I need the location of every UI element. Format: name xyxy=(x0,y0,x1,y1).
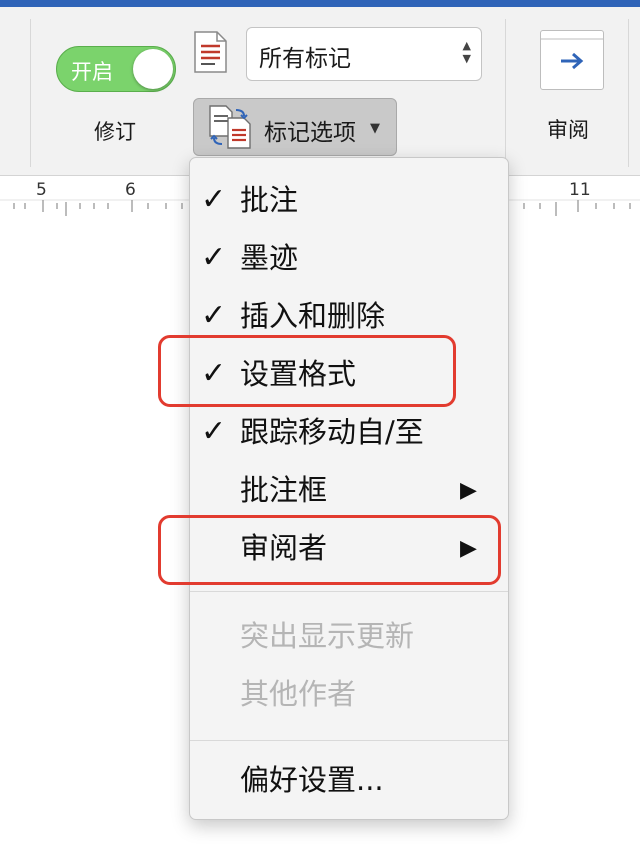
checkmark-icon: ✓ xyxy=(201,240,227,275)
menu-item-label: 批注框 xyxy=(240,473,328,507)
track-changes-label: 修订 xyxy=(94,120,136,144)
review-pane-icon[interactable] xyxy=(540,30,604,90)
menu-item-label: 偏好设置... xyxy=(240,763,384,797)
menu-item-other-authors: 其他作者 xyxy=(190,672,508,718)
track-changes-toggle[interactable]: 开启 xyxy=(56,46,176,92)
menu-item-label: 其他作者 xyxy=(240,677,357,711)
compare-documents-icon xyxy=(206,104,254,150)
checkmark-icon: ✓ xyxy=(201,182,227,217)
menu-item-preferences[interactable]: 偏好设置... xyxy=(190,758,508,804)
markup-options-label: 标记选项 xyxy=(264,120,356,146)
highlight-box-reviewers xyxy=(158,515,501,585)
window-top-accent xyxy=(0,0,640,7)
menu-item-label: 插入和删除 xyxy=(240,299,386,333)
menu-item-label: 墨迹 xyxy=(240,241,299,275)
menu-separator xyxy=(190,740,508,741)
menu-item-ink[interactable]: ✓ 墨迹 xyxy=(190,236,508,282)
ribbon-separator xyxy=(628,19,629,167)
select-arrows-icon: ▲ ▼ xyxy=(462,39,471,65)
ribbon-separator xyxy=(505,19,506,167)
toggle-label: 开启 xyxy=(71,60,113,84)
submenu-arrow-icon: ▶ xyxy=(460,478,477,503)
review-pane-label: 审阅 xyxy=(547,118,589,142)
menu-item-label: 批注 xyxy=(240,183,299,217)
toggle-knob xyxy=(133,49,173,89)
menu-separator xyxy=(190,591,508,592)
ribbon-separator xyxy=(30,19,31,167)
menu-item-balloons[interactable]: 批注框 ▶ xyxy=(190,468,508,514)
checkmark-icon: ✓ xyxy=(201,298,227,333)
markup-display-select[interactable]: 所有标记 ▲ ▼ xyxy=(246,27,482,81)
checkmark-icon: ✓ xyxy=(201,414,227,449)
menu-item-label: 跟踪移动自/至 xyxy=(240,415,424,449)
markup-options-button[interactable]: 标记选项 ▼ xyxy=(193,98,397,156)
menu-item-comments[interactable]: ✓ 批注 xyxy=(190,178,508,224)
document-markup-icon[interactable] xyxy=(193,30,229,74)
menu-item-label: 突出显示更新 xyxy=(240,619,415,653)
dropdown-caret-icon: ▼ xyxy=(370,121,380,136)
highlight-box-formatting xyxy=(158,335,456,407)
menu-item-insertions-deletions[interactable]: ✓ 插入和删除 xyxy=(190,294,508,340)
markup-options-menu: ✓ 批注 ✓ 墨迹 ✓ 插入和删除 ✓ 设置格式 ✓ 跟踪移动自/至 批注框 ▶… xyxy=(189,157,509,820)
menu-item-track-moves[interactable]: ✓ 跟踪移动自/至 xyxy=(190,410,508,456)
menu-item-highlight-updates: 突出显示更新 xyxy=(190,614,508,660)
markup-select-value: 所有标记 xyxy=(259,46,351,72)
